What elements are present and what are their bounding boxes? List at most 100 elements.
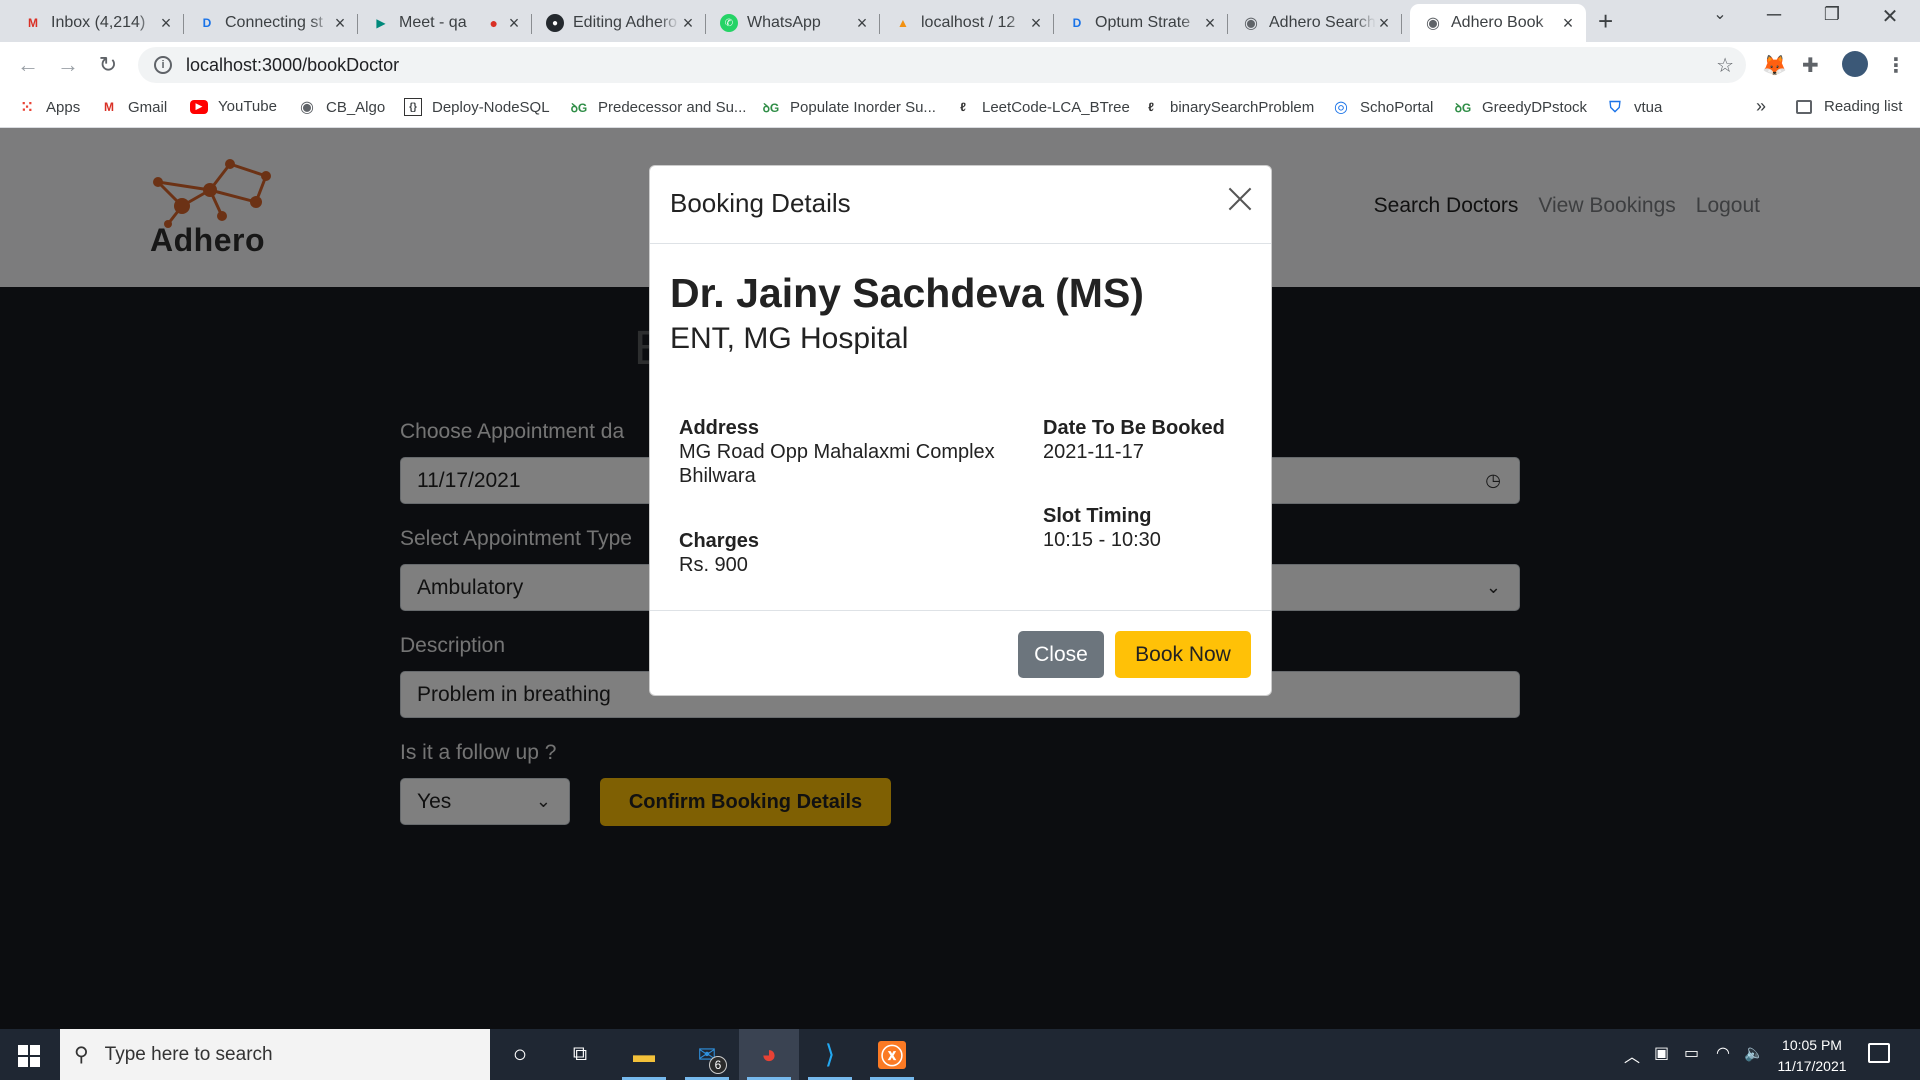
leetcode-icon: ℓ [960, 100, 966, 114]
forward-arrow-icon[interactable]: → [54, 52, 82, 78]
close-icon[interactable]: × [1202, 13, 1218, 34]
mail-badge: 6 [709, 1056, 727, 1074]
meet-now-icon[interactable]: ▣ [1654, 1043, 1669, 1063]
new-tab-icon[interactable]: + [1598, 6, 1613, 37]
reload-icon[interactable]: ↻ [94, 52, 122, 78]
cortana-icon[interactable]: ○ [490, 1029, 550, 1080]
slot-timing-label: Slot Timing [1043, 505, 1152, 527]
close-icon[interactable]: × [332, 13, 348, 34]
vscode-icon[interactable]: ⟩ [800, 1029, 860, 1080]
tab-search-icon[interactable]: ⌄ [1700, 4, 1740, 24]
url-text: localhost:3000/bookDoctor [186, 54, 400, 75]
modal-footer: Close Book Now [650, 610, 1271, 695]
bookmark-vtua[interactable]: ⛉ vtua [1606, 98, 1662, 116]
tab-github[interactable]: ● Editing Adhero × [532, 4, 706, 42]
kebab-menu-icon[interactable]: ⋮ [1886, 53, 1906, 78]
tab-adhero-book[interactable]: ◉ Adhero Book × [1410, 4, 1586, 42]
close-icon[interactable]: × [680, 13, 696, 34]
profile-avatar[interactable] [1842, 51, 1868, 77]
close-button[interactable]: Close [1018, 631, 1104, 678]
tab-title: localhost / 12 [921, 14, 1016, 31]
wifi-icon[interactable]: ◠ [1716, 1043, 1730, 1063]
bookmark-predecessor[interactable]: ꝺG Predecessor and Su... [570, 98, 747, 116]
bookmark-star-icon[interactable]: ☆ [1716, 53, 1734, 78]
file-explorer-icon[interactable]: ▬ [614, 1029, 674, 1080]
bookmark-cb-algo[interactable]: ◉ CB_Algo [298, 98, 386, 117]
chevron-up-icon[interactable]: ︿ [1624, 1043, 1640, 1067]
doctor-specialty: ENT, MG Hospital [670, 322, 909, 355]
reading-list-label: Reading list [1824, 98, 1903, 115]
close-icon[interactable]: × [1376, 13, 1392, 34]
battery-icon[interactable]: ▭ [1684, 1043, 1699, 1063]
restore-icon[interactable]: ❐ [1812, 4, 1852, 25]
bookmark-label: CB_Algo [326, 98, 386, 116]
reading-list-button[interactable]: Reading list [1796, 98, 1902, 115]
windows-start-icon[interactable] [18, 1045, 40, 1067]
back-arrow-icon[interactable]: ← [14, 52, 42, 78]
bookmark-label: Deploy-NodeSQL [432, 98, 550, 116]
metamask-icon[interactable]: 🦊 [1762, 53, 1787, 78]
bookmark-label: SchoPortal [1360, 98, 1434, 116]
leetcode-icon: ℓ [1148, 100, 1154, 114]
browser-toolbar: ← → ↻ i localhost:3000/bookDoctor ☆ 🦊 ✚ … [0, 42, 1920, 88]
bookmark-label: GreedyDPstock [1482, 98, 1588, 116]
tab-whatsapp[interactable]: ✆ WhatsApp × [706, 4, 880, 42]
gfg-icon: ꝺG [1454, 100, 1472, 115]
taskbar-clock[interactable]: 10:05 PM 11/17/2021 [1768, 1035, 1856, 1077]
bookmark-label: Populate Inorder Su... [790, 98, 936, 116]
globe-icon: ◉ [1426, 15, 1440, 32]
tab-gmail[interactable]: M Inbox (4,214) × [10, 4, 184, 42]
task-view-icon[interactable]: ⧉ [550, 1029, 610, 1080]
bookmark-youtube[interactable]: ▶ YouTube [190, 98, 277, 115]
search-icon: ⚲ [74, 1044, 89, 1066]
address-line-1: MG Road Opp Mahalaxmi Complex [679, 441, 995, 463]
close-icon[interactable]: × [506, 13, 522, 34]
bookmark-label: YouTube [218, 98, 277, 115]
volume-icon[interactable]: 🔈 [1744, 1043, 1764, 1063]
book-now-button[interactable]: Book Now [1115, 631, 1251, 678]
minimize-icon[interactable]: ─ [1754, 4, 1794, 27]
slot-timing-value: 10:15 - 10:30 [1043, 529, 1161, 551]
bookmark-populate-inorder[interactable]: ꝺG Populate Inorder Su... [762, 98, 936, 116]
address-bar[interactable]: i localhost:3000/bookDoctor ☆ [138, 47, 1746, 83]
tab-title: Adhero Search [1269, 14, 1376, 31]
shield-icon: ⛉ [1609, 98, 1621, 116]
close-icon[interactable]: × [1028, 13, 1044, 34]
info-icon[interactable]: i [154, 56, 172, 74]
mail-icon[interactable]: ✉ 6 [677, 1029, 737, 1080]
taskbar-search-box[interactable]: ⚲ Type here to search [60, 1029, 490, 1080]
gfg-icon: ꝺG [570, 100, 588, 115]
portal-icon: ◎ [1334, 99, 1348, 116]
tab-phpmyadmin[interactable]: ▲ localhost / 12 × [880, 4, 1054, 42]
xampp-icon[interactable]: ⓧ [862, 1029, 922, 1080]
close-window-icon[interactable]: ✕ [1870, 4, 1910, 29]
close-icon[interactable]: × [1560, 13, 1576, 34]
tab-connecting[interactable]: D Connecting st × [184, 4, 358, 42]
bookmark-binarysearch[interactable]: ℓ binarySearchProblem [1142, 98, 1314, 116]
address-label: Address [679, 417, 760, 439]
tab-optum[interactable]: D Optum Strate × [1054, 4, 1228, 42]
windows-taskbar: ⚲ Type here to search ○ ⧉ ▬ ✉ 6 ◕ ⟩ ⓧ ︿ ▣… [0, 1029, 1920, 1080]
clock-time: 10:05 PM [1782, 1037, 1842, 1053]
tab-meet[interactable]: ▶ Meet - qa ● × [358, 4, 532, 42]
more-bookmarks-chevron-icon[interactable]: » [1756, 96, 1766, 117]
bookmark-leetcode-lca[interactable]: ℓ LeetCode-LCA_BTree [954, 98, 1130, 116]
close-icon[interactable]: × [158, 13, 174, 34]
bookmark-apps[interactable]: ⁙ Apps [18, 98, 81, 117]
extensions-puzzle-icon[interactable]: ✚ [1802, 53, 1819, 78]
bookmark-gmail[interactable]: M Gmail [100, 98, 167, 116]
bookmark-greedydpstock[interactable]: ꝺG GreedyDPstock [1454, 98, 1587, 116]
bookmark-schoportal[interactable]: ◎ SchoPortal [1332, 98, 1434, 117]
charges-value: Rs. 900 [679, 554, 748, 576]
tab-title: Editing Adhero [573, 14, 678, 31]
bookmark-deploy-nodesql[interactable]: {} Deploy-NodeSQL [404, 98, 550, 116]
close-icon[interactable] [1227, 186, 1253, 212]
dc-icon: D [1072, 16, 1082, 30]
close-icon[interactable]: × [854, 13, 870, 34]
code-icon: {} [404, 98, 422, 116]
notification-center-icon[interactable] [1868, 1043, 1890, 1063]
tab-adhero-search[interactable]: ◉ Adhero Search × [1228, 4, 1402, 42]
chrome-icon[interactable]: ◕ [739, 1029, 799, 1080]
gmail-icon: M [28, 16, 38, 30]
meet-icon: ▶ [376, 16, 386, 30]
